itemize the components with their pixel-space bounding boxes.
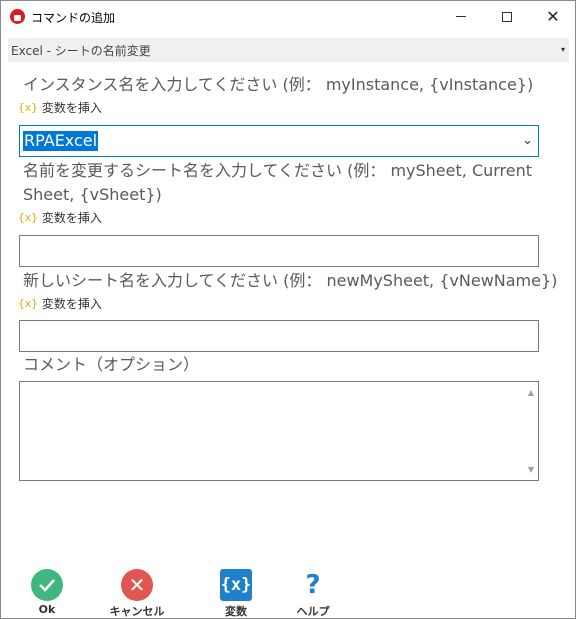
ok-label: Ok (38, 603, 56, 616)
variables-button[interactable]: {x} 変数 (201, 569, 271, 619)
sheet-name-input[interactable] (19, 235, 539, 267)
ok-button[interactable]: Ok (12, 569, 82, 619)
checkmark-icon (31, 569, 63, 601)
help-button[interactable]: ? ヘルプ (278, 569, 348, 619)
chevron-down-icon: ⌄ (522, 133, 533, 148)
insert-variable-link-instance[interactable]: {x} 変数を挿入 (18, 99, 102, 116)
new-sheet-name-label: 新しいシート名を入力してください (例： newMySheet, {vNewNa… (23, 271, 558, 290)
help-icon: ? (305, 570, 321, 600)
scroll-up-icon[interactable]: ▲ (528, 388, 534, 397)
maximize-icon (502, 11, 512, 22)
minimize-button[interactable] (438, 1, 484, 32)
new-sheet-name-input[interactable] (19, 320, 539, 352)
variable-icon: {x} (18, 297, 38, 310)
maximize-button[interactable] (484, 1, 530, 32)
instance-label: インスタンス名を入力してください (例： myInstance, {vInsta… (23, 75, 534, 94)
variable-icon: {x} (18, 211, 38, 224)
scroll-down-icon[interactable]: ▼ (528, 465, 534, 474)
app-logo-icon (10, 9, 25, 24)
add-command-window: コマンドの追加 ✕ Excel - シートの名前変更 ▾ インスタンス名を入力し… (0, 0, 576, 619)
close-button[interactable]: ✕ (530, 1, 576, 32)
comment-label: コメント（オプション） (23, 355, 200, 374)
variables-label: 変数 (225, 605, 247, 618)
instance-combobox[interactable]: RPAExcel ⌄ (19, 125, 539, 157)
instance-combobox-value: RPAExcel (23, 131, 99, 151)
help-label: ヘルプ (296, 605, 330, 618)
comment-textarea[interactable]: ▲ ▼ (19, 381, 539, 481)
insert-variable-label: 変数を挿入 (41, 211, 102, 225)
cancel-button[interactable]: ✕ キャンセル (102, 569, 172, 619)
sheet-name-label-line2: Sheet, {vSheet}) (23, 185, 162, 204)
insert-variable-link-sheet[interactable]: {x} 変数を挿入 (18, 209, 102, 226)
title-bar: コマンドの追加 ✕ (1, 1, 575, 32)
window-title: コマンドの追加 (31, 11, 116, 25)
insert-variable-label: 変数を挿入 (41, 297, 102, 311)
command-selector[interactable]: Excel - シートの名前変更 ▾ (8, 38, 569, 62)
command-selector-value: Excel - シートの名前変更 (11, 44, 151, 58)
minimize-icon (456, 16, 466, 17)
close-icon: ✕ (546, 6, 560, 26)
variable-icon: {x} (18, 101, 38, 114)
cancel-label: キャンセル (109, 605, 165, 618)
chevron-down-icon: ▾ (560, 45, 565, 54)
sheet-name-label-line1: 名前を変更するシート名を入力してください (例： mySheet, Curren… (23, 161, 533, 180)
insert-variable-label: 変数を挿入 (41, 101, 102, 115)
insert-variable-link-new-name[interactable]: {x} 変数を挿入 (18, 295, 102, 312)
variables-icon: {x} (220, 569, 252, 601)
cancel-icon: ✕ (121, 569, 153, 601)
